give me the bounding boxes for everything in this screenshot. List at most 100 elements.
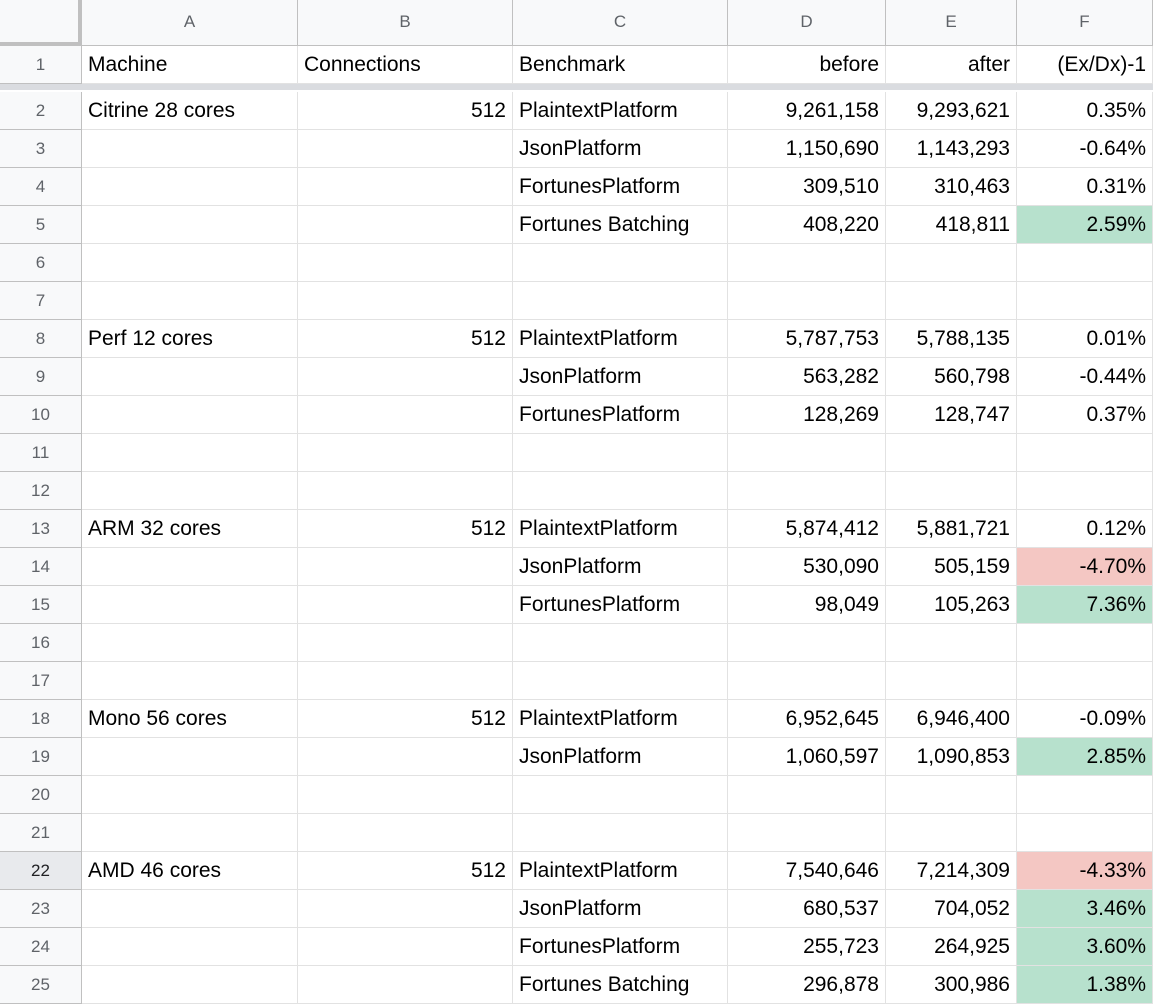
row-header-14[interactable]: 14 bbox=[0, 548, 82, 586]
column-header-e[interactable]: E bbox=[886, 0, 1017, 46]
row-header-19[interactable]: 19 bbox=[0, 738, 82, 776]
cell-e18[interactable]: 6,946,400 bbox=[886, 700, 1017, 738]
row-header-1[interactable]: 1 bbox=[0, 46, 82, 84]
cell-e3[interactable]: 1,143,293 bbox=[886, 130, 1017, 168]
row-header-9[interactable]: 9 bbox=[0, 358, 82, 396]
cell-f2[interactable]: 0.35% bbox=[1017, 92, 1153, 130]
row-header-24[interactable]: 24 bbox=[0, 928, 82, 966]
cell-e4[interactable]: 310,463 bbox=[886, 168, 1017, 206]
cell-c12[interactable] bbox=[513, 472, 728, 510]
cell-a18[interactable]: Mono 56 cores bbox=[82, 700, 298, 738]
cell-f11[interactable] bbox=[1017, 434, 1153, 472]
cell-e22[interactable]: 7,214,309 bbox=[886, 852, 1017, 890]
cell-d25[interactable]: 296,878 bbox=[728, 966, 886, 1004]
cell-a4[interactable] bbox=[82, 168, 298, 206]
cell-b5[interactable] bbox=[298, 206, 513, 244]
cell-e10[interactable]: 128,747 bbox=[886, 396, 1017, 434]
cell-f18[interactable]: -0.09% bbox=[1017, 700, 1153, 738]
cell-c6[interactable] bbox=[513, 244, 728, 282]
cell-b14[interactable] bbox=[298, 548, 513, 586]
column-header-f[interactable]: F bbox=[1017, 0, 1153, 46]
cell-c16[interactable] bbox=[513, 624, 728, 662]
cell-a14[interactable] bbox=[82, 548, 298, 586]
cell-a11[interactable] bbox=[82, 434, 298, 472]
cell-f1[interactable]: (Ex/Dx)-1 bbox=[1017, 46, 1153, 84]
cell-b16[interactable] bbox=[298, 624, 513, 662]
cell-d8[interactable]: 5,787,753 bbox=[728, 320, 886, 358]
cell-b7[interactable] bbox=[298, 282, 513, 320]
cell-a1[interactable]: Machine bbox=[82, 46, 298, 84]
row-header-15[interactable]: 15 bbox=[0, 586, 82, 624]
cell-d6[interactable] bbox=[728, 244, 886, 282]
row-header-6[interactable]: 6 bbox=[0, 244, 82, 282]
cell-c4[interactable]: FortunesPlatform bbox=[513, 168, 728, 206]
cell-d9[interactable]: 563,282 bbox=[728, 358, 886, 396]
cell-c5[interactable]: Fortunes Batching bbox=[513, 206, 728, 244]
cell-b11[interactable] bbox=[298, 434, 513, 472]
cell-d16[interactable] bbox=[728, 624, 886, 662]
cell-f21[interactable] bbox=[1017, 814, 1153, 852]
cell-f6[interactable] bbox=[1017, 244, 1153, 282]
row-header-11[interactable]: 11 bbox=[0, 434, 82, 472]
cell-d11[interactable] bbox=[728, 434, 886, 472]
cell-e1[interactable]: after bbox=[886, 46, 1017, 84]
cell-f23[interactable]: 3.46% bbox=[1017, 890, 1153, 928]
column-header-a[interactable]: A bbox=[82, 0, 298, 46]
row-header-5[interactable]: 5 bbox=[0, 206, 82, 244]
cell-c22[interactable]: PlaintextPlatform bbox=[513, 852, 728, 890]
cell-e12[interactable] bbox=[886, 472, 1017, 510]
cell-f12[interactable] bbox=[1017, 472, 1153, 510]
cell-f16[interactable] bbox=[1017, 624, 1153, 662]
cell-e17[interactable] bbox=[886, 662, 1017, 700]
cell-d15[interactable]: 98,049 bbox=[728, 586, 886, 624]
cell-e20[interactable] bbox=[886, 776, 1017, 814]
cell-a20[interactable] bbox=[82, 776, 298, 814]
cell-f13[interactable]: 0.12% bbox=[1017, 510, 1153, 548]
cell-c2[interactable]: PlaintextPlatform bbox=[513, 92, 728, 130]
column-header-c[interactable]: C bbox=[513, 0, 728, 46]
row-header-21[interactable]: 21 bbox=[0, 814, 82, 852]
cell-c17[interactable] bbox=[513, 662, 728, 700]
cell-e5[interactable]: 418,811 bbox=[886, 206, 1017, 244]
cell-c7[interactable] bbox=[513, 282, 728, 320]
cell-b1[interactable]: Connections bbox=[298, 46, 513, 84]
select-all-corner[interactable] bbox=[0, 0, 82, 46]
cell-d1[interactable]: before bbox=[728, 46, 886, 84]
cell-f17[interactable] bbox=[1017, 662, 1153, 700]
cell-b17[interactable] bbox=[298, 662, 513, 700]
row-header-4[interactable]: 4 bbox=[0, 168, 82, 206]
cell-d5[interactable]: 408,220 bbox=[728, 206, 886, 244]
cell-c19[interactable]: JsonPlatform bbox=[513, 738, 728, 776]
cell-c20[interactable] bbox=[513, 776, 728, 814]
cell-d12[interactable] bbox=[728, 472, 886, 510]
cell-e11[interactable] bbox=[886, 434, 1017, 472]
cell-a3[interactable] bbox=[82, 130, 298, 168]
cell-b15[interactable] bbox=[298, 586, 513, 624]
cell-e16[interactable] bbox=[886, 624, 1017, 662]
cell-f19[interactable]: 2.85% bbox=[1017, 738, 1153, 776]
cell-b19[interactable] bbox=[298, 738, 513, 776]
cell-f4[interactable]: 0.31% bbox=[1017, 168, 1153, 206]
cell-c3[interactable]: JsonPlatform bbox=[513, 130, 728, 168]
cell-b12[interactable] bbox=[298, 472, 513, 510]
cell-e7[interactable] bbox=[886, 282, 1017, 320]
cell-c21[interactable] bbox=[513, 814, 728, 852]
cell-f25[interactable]: 1.38% bbox=[1017, 966, 1153, 1004]
cell-a12[interactable] bbox=[82, 472, 298, 510]
cell-e21[interactable] bbox=[886, 814, 1017, 852]
cell-c10[interactable]: FortunesPlatform bbox=[513, 396, 728, 434]
cell-e14[interactable]: 505,159 bbox=[886, 548, 1017, 586]
cell-e25[interactable]: 300,986 bbox=[886, 966, 1017, 1004]
cell-b2[interactable]: 512 bbox=[298, 92, 513, 130]
cell-a6[interactable] bbox=[82, 244, 298, 282]
cell-f8[interactable]: 0.01% bbox=[1017, 320, 1153, 358]
cell-b20[interactable] bbox=[298, 776, 513, 814]
row-header-10[interactable]: 10 bbox=[0, 396, 82, 434]
cell-e2[interactable]: 9,293,621 bbox=[886, 92, 1017, 130]
cell-c11[interactable] bbox=[513, 434, 728, 472]
cell-f22[interactable]: -4.33% bbox=[1017, 852, 1153, 890]
cell-d7[interactable] bbox=[728, 282, 886, 320]
cell-a10[interactable] bbox=[82, 396, 298, 434]
cell-d10[interactable]: 128,269 bbox=[728, 396, 886, 434]
cell-c8[interactable]: PlaintextPlatform bbox=[513, 320, 728, 358]
